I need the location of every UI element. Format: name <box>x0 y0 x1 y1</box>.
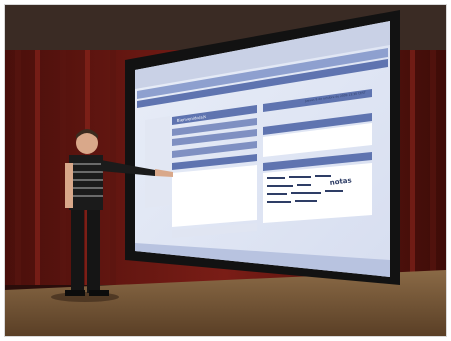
photo-frame: notas Bienvenido/a/s Jueves 8 de octubre… <box>4 4 447 337</box>
site-sidebar <box>145 116 170 208</box>
presentation-photo: notas Bienvenido/a/s Jueves 8 de octubre… <box>5 5 446 336</box>
panel-list-area <box>172 165 257 227</box>
